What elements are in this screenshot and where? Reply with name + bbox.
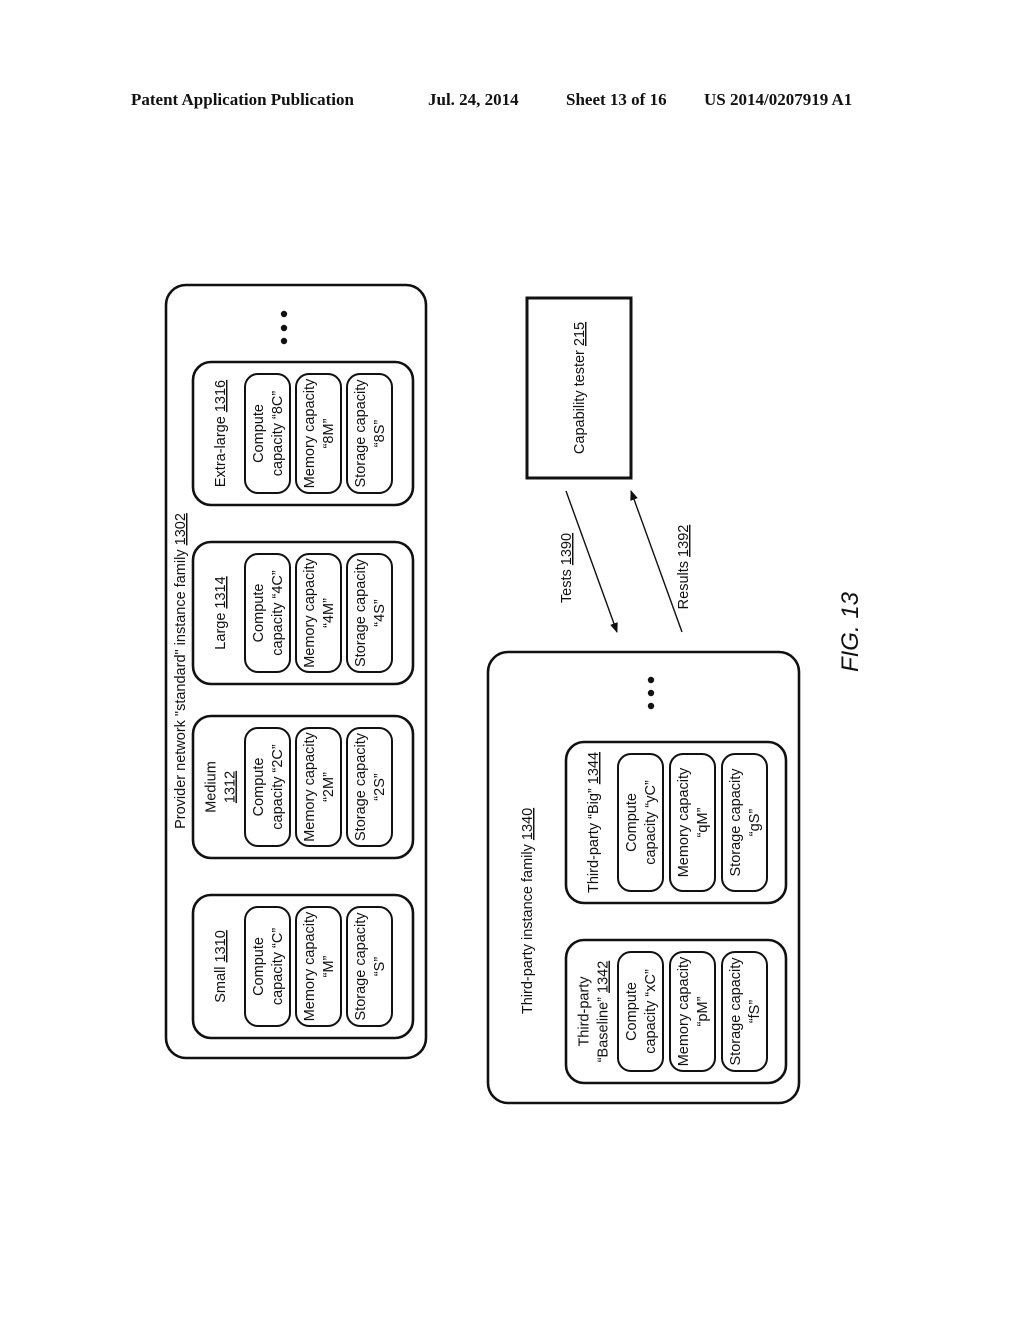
instance-type-name: Third-party “Big” 1344 xyxy=(586,752,602,893)
instance-type-name: Large 1314 xyxy=(213,576,229,649)
instance-type-name: Extra-large 1316 xyxy=(213,380,229,487)
provider-instance-0: Small 1310 Compute capacity “C” Memory capa… xyxy=(191,893,415,1040)
third-party-instance-family: Third-party instance family 1340 Third-p… xyxy=(486,650,801,1105)
third-party-family-title: Third-party instance family 1340 xyxy=(520,808,536,1014)
results-label: Results 1392 xyxy=(676,525,692,610)
results-flow: Results 1392 xyxy=(630,490,692,633)
third-party-instance-1: Third-party “Big” 1344Compute capacity “y… xyxy=(564,740,788,905)
ellipsis-dot xyxy=(280,324,288,332)
figure-label: FIG. 13 xyxy=(837,591,864,672)
provider-instance-1: Medium 1312 Compute capacity “2C” Memory cap… xyxy=(191,714,415,860)
provider-instance-3: Extra-large 1316Compute capacity “8C” Memo… xyxy=(191,360,415,507)
ellipsis-dot xyxy=(280,310,288,318)
more-instances-ellipsis xyxy=(280,310,288,345)
ellipsis-dot xyxy=(280,337,288,345)
instance-type-name: Small 1310 xyxy=(213,930,229,1003)
tests-label: Tests 1390 xyxy=(559,533,575,603)
capability-tester: Capability tester 215 xyxy=(525,296,633,480)
more-instances-ellipsis xyxy=(647,676,655,710)
provider-instance-2: Large 1314 Compute capacity “4C” Memory cap… xyxy=(191,540,415,686)
figure-13-diagram: Provider network "standard" instance fam… xyxy=(164,283,864,1105)
provider-instance-family: Provider network "standard" instance fam… xyxy=(164,283,428,1060)
ellipsis-dot xyxy=(647,702,655,710)
ellipsis-dot xyxy=(647,689,655,697)
results-arrow xyxy=(630,490,683,633)
capability-tester-label: Capability tester 215 xyxy=(572,322,588,454)
ellipsis-dot xyxy=(647,676,655,684)
third-party-instance-0: Third-party “Baseline” 1342Compute capacit… xyxy=(564,938,788,1085)
provider-family-title: Provider network "standard" instance fam… xyxy=(173,513,189,829)
tests-flow: Tests 1390 xyxy=(559,490,618,633)
